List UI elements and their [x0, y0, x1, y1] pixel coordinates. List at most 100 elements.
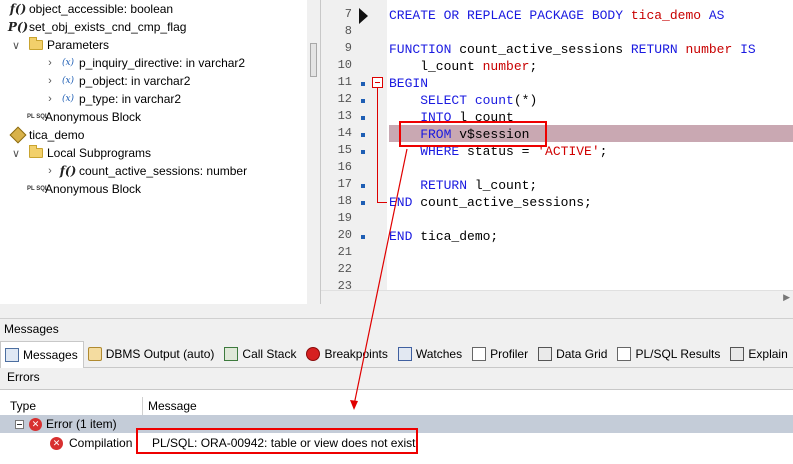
breakpoint-marker-icon[interactable]: [361, 99, 365, 103]
breakpoint-marker-icon[interactable]: [361, 235, 365, 239]
tab-explain[interactable]: Explain: [726, 341, 793, 367]
tree-item[interactable]: tica_demo: [9, 126, 84, 144]
tree-item-label: Parameters: [47, 38, 110, 52]
tree-item[interactable]: ∨ Parameters: [10, 36, 109, 54]
plsql-results-icon: [617, 347, 632, 361]
scroll-right-arrow-icon[interactable]: ▶: [783, 292, 790, 303]
collapse-group-icon[interactable]: [15, 419, 24, 429]
explain-icon: [730, 347, 745, 361]
annotation-box-message: [136, 428, 418, 454]
tab-label: Breakpoints: [324, 347, 388, 361]
code-token: l_count: [389, 59, 483, 74]
code-editor[interactable]: CREATE OR REPLACE PACKAGE BODY tica_demo…: [320, 0, 793, 304]
code-token: tica_demo: [630, 8, 702, 23]
tree-scrollbar-thumb[interactable]: [310, 43, 317, 77]
code-token: CREATE OR REPLACE PACKAGE BODY: [389, 8, 631, 23]
tab-pl-sql-results[interactable]: PL/SQL Results: [613, 341, 726, 367]
tab-messages[interactable]: Messages: [0, 341, 84, 368]
code-token: count: [474, 93, 514, 108]
code-token: AS: [701, 8, 725, 23]
column-message-header[interactable]: Message: [148, 399, 197, 413]
code-line[interactable]: END tica_demo;: [389, 228, 498, 245]
tab-label: Call Stack: [242, 347, 297, 361]
code-line[interactable]: END count_active_sessions;: [389, 194, 592, 211]
procedure-icon: P(): [7, 20, 29, 34]
plsql-block-icon: PL SQL: [27, 114, 49, 120]
collapse-chevron-icon[interactable]: ∨: [10, 39, 22, 52]
line-number: 15: [337, 143, 352, 157]
error-type: Compilation: [69, 436, 133, 450]
tree-item[interactable]: f() object_accessible: boolean: [10, 0, 173, 18]
line-number: 10: [337, 58, 352, 72]
collapse-chevron-icon[interactable]: ∨: [10, 147, 22, 160]
line-number: 8: [344, 24, 352, 38]
tree-item-label: Anonymous Block: [45, 110, 142, 124]
breakpoint-marker-icon[interactable]: [361, 150, 365, 154]
error-group-label: Error (1 item): [46, 417, 117, 431]
column-divider[interactable]: [142, 397, 143, 415]
tree-item[interactable]: › f() count_active_sessions: number: [44, 162, 247, 180]
tab-watches[interactable]: Watches: [394, 341, 468, 367]
tree-item[interactable]: ∨ Local Subprograms: [10, 144, 151, 162]
folder-icon: [28, 145, 44, 161]
tab-call-stack[interactable]: Call Stack: [220, 341, 302, 367]
expand-chevron-icon[interactable]: ›: [44, 57, 56, 69]
column-type-header[interactable]: Type: [10, 399, 36, 413]
fold-range-line: [377, 88, 378, 202]
code-line[interactable]: FUNCTION count_active_sessions RETURN nu…: [389, 41, 756, 58]
line-number: 18: [337, 194, 352, 208]
tab-breakpoints[interactable]: Breakpoints: [302, 341, 393, 367]
tree-item[interactable]: › (x) p_inquiry_directive: in varchar2: [44, 54, 245, 72]
tree-item-label: set_obj_exists_cnd_cmp_flag: [29, 20, 187, 34]
tab-data-grid[interactable]: Data Grid: [534, 341, 613, 367]
expand-chevron-icon[interactable]: ›: [44, 75, 56, 87]
line-number: 12: [337, 92, 352, 106]
ide-window: f() object_accessible: boolean P() set_o…: [0, 0, 793, 464]
code-line[interactable]: BEGIN: [389, 75, 428, 92]
tree-item[interactable]: PL SQL Anonymous Block: [26, 108, 141, 126]
tree-item[interactable]: › (x) p_type: in varchar2: [44, 90, 181, 108]
fold-toggle-icon[interactable]: [372, 77, 383, 88]
breakpoint-marker-icon[interactable]: [361, 133, 365, 137]
expand-chevron-icon[interactable]: ›: [44, 93, 56, 105]
variable-icon: (x): [61, 94, 75, 104]
breakpoint-marker-icon[interactable]: [361, 184, 365, 188]
code-token: ;: [529, 59, 538, 74]
profiler-icon: [472, 347, 487, 361]
tab-label: Messages: [23, 348, 78, 362]
messages-tab-strip: Messages DBMS Output (auto) Call Stack Brea…: [0, 341, 793, 368]
tab-errors[interactable]: Errors: [0, 368, 48, 389]
breakpoint-marker-icon[interactable]: [361, 82, 365, 86]
variable-icon: (x): [61, 76, 75, 86]
line-number: 20: [337, 228, 352, 242]
code-line[interactable]: SELECT count(*): [389, 92, 537, 109]
line-number: 22: [337, 262, 352, 276]
errors-subtab-bar: [0, 368, 793, 389]
code-token: count_active_sessions;: [420, 195, 592, 210]
breakpoint-marker-icon[interactable]: [361, 201, 365, 205]
code-line[interactable]: l_count number;: [389, 58, 537, 75]
tree-item[interactable]: › (x) p_object: in varchar2: [44, 72, 190, 90]
tree-item-label: Anonymous Block: [45, 182, 142, 196]
line-number: 16: [337, 160, 352, 174]
line-number: 11: [337, 75, 352, 89]
code-line[interactable]: CREATE OR REPLACE PACKAGE BODY tica_demo…: [389, 7, 724, 24]
error-icon: ✕: [29, 417, 42, 431]
code-token: FUNCTION: [389, 42, 460, 57]
expand-chevron-icon[interactable]: ›: [44, 165, 56, 177]
tab-label: Profiler: [490, 347, 529, 361]
tab-dbms-output-auto[interactable]: DBMS Output (auto): [84, 341, 221, 367]
data-grid-icon: [538, 347, 553, 361]
breakpoint-marker-icon[interactable]: [361, 116, 365, 120]
messages-panel-title: Messages: [0, 318, 793, 338]
execution-pointer-icon: [359, 8, 368, 24]
code-token: l_count;: [474, 178, 538, 193]
tree-item[interactable]: PL SQL Anonymous Block: [26, 180, 141, 198]
editor-horizontal-scrollbar[interactable]: ▶: [321, 290, 793, 304]
tab-profiler[interactable]: Profiler: [468, 341, 534, 367]
code-token: RETURN: [389, 178, 475, 193]
package-icon: [9, 126, 27, 144]
code-token: END: [389, 195, 421, 210]
tree-item[interactable]: P() set_obj_exists_cnd_cmp_flag: [7, 18, 187, 36]
code-line[interactable]: RETURN l_count;: [389, 177, 537, 194]
